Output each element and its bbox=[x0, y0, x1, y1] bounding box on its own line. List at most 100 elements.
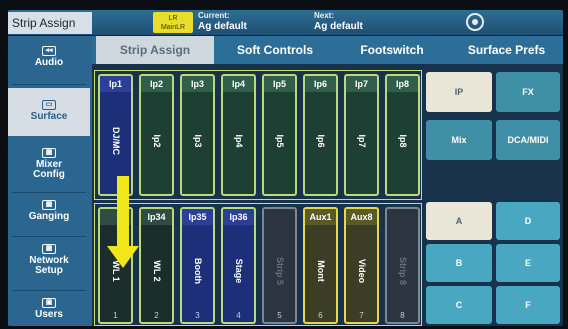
sidebar-item-label: Network Setup bbox=[29, 255, 69, 276]
strip-source: Ip36 bbox=[223, 209, 254, 225]
strip-ip2[interactable]: Ip2 Ip2 bbox=[139, 74, 174, 196]
tab-strip-assign[interactable]: Strip Assign bbox=[96, 36, 214, 64]
mixer-config-icon: ▦ bbox=[42, 148, 56, 158]
scene-icon[interactable] bbox=[466, 13, 484, 31]
lr-badge-line2: MainLR bbox=[160, 24, 186, 31]
layer-c-button[interactable]: C bbox=[426, 286, 492, 324]
sidebar-item-surface[interactable]: ▭ Surface bbox=[8, 88, 90, 136]
strip-6[interactable]: Aux1 Mont 6 bbox=[303, 207, 338, 324]
strip-number: 4 bbox=[236, 311, 241, 320]
lr-badge[interactable]: LR MainLR bbox=[153, 12, 193, 33]
layer-d-button[interactable]: D bbox=[496, 202, 560, 240]
sidebar-item-network-setup[interactable]: ▦ Network Setup bbox=[8, 244, 90, 284]
ip-button[interactable]: IP bbox=[426, 72, 492, 112]
strip-source: Ip1 bbox=[100, 76, 131, 92]
sidebar-divider bbox=[12, 290, 86, 291]
strip-source bbox=[264, 209, 295, 225]
strip-name: Stage bbox=[233, 258, 244, 284]
strip-number: 7 bbox=[359, 311, 364, 320]
strip-source: Ip6 bbox=[305, 76, 336, 92]
strip-name: WL 2 bbox=[151, 260, 162, 282]
strip-number: 1 bbox=[113, 311, 118, 320]
strip-source: Ip35 bbox=[182, 209, 213, 225]
mix-button[interactable]: Mix bbox=[426, 120, 492, 160]
strip-ip4[interactable]: Ip4 Ip4 bbox=[221, 74, 256, 196]
strip-source: Ip2 bbox=[141, 76, 172, 92]
strip-name: Ip6 bbox=[315, 134, 326, 148]
app-title: Strip Assign bbox=[8, 12, 92, 34]
sidebar-divider bbox=[12, 236, 86, 237]
strip-number: 3 bbox=[195, 311, 200, 320]
sidebar-divider bbox=[12, 84, 86, 85]
tab-soft-controls[interactable]: Soft Controls bbox=[216, 36, 334, 64]
strip-name: Ip7 bbox=[356, 134, 367, 148]
tab-footswitch[interactable]: Footswitch bbox=[336, 36, 448, 64]
top-bar: Strip Assign LR MainLR Current: Ag defau… bbox=[8, 10, 563, 36]
strip-ip8[interactable]: Ip8 Ip8 bbox=[385, 74, 420, 196]
strip-name: Ip8 bbox=[397, 134, 408, 148]
layer-b-button[interactable]: B bbox=[426, 244, 492, 282]
strip-name: Strip 8 bbox=[397, 257, 408, 286]
current-scene-label: Current: bbox=[198, 11, 230, 20]
strip-2[interactable]: Ip34 WL 2 2 bbox=[139, 207, 174, 324]
strip-name: Ip3 bbox=[192, 134, 203, 148]
strip-ip6[interactable]: Ip6 Ip6 bbox=[303, 74, 338, 196]
sidebar-item-label: Ganging bbox=[28, 211, 70, 222]
strip-8[interactable]: Strip 8 8 bbox=[385, 207, 420, 324]
layer-f-button[interactable]: F bbox=[496, 286, 560, 324]
strip-source: Aux8 bbox=[346, 209, 377, 225]
sidebar-divider bbox=[12, 192, 86, 193]
strip-ip7[interactable]: Ip7 Ip7 bbox=[344, 74, 379, 196]
sidebar: ◂◂ Audio ▭ Surface ▦ Mixer Config ▦ Gang… bbox=[8, 36, 92, 326]
sidebar-item-users[interactable]: ▣ Users bbox=[8, 298, 90, 324]
strip-name: Ip2 bbox=[151, 134, 162, 148]
console-screen: Strip Assign LR MainLR Current: Ag defau… bbox=[8, 10, 563, 326]
strip-source: Ip3 bbox=[182, 76, 213, 92]
sidebar-item-label: Audio bbox=[34, 57, 64, 68]
strip-name: Video bbox=[356, 258, 367, 284]
strip-number: 6 bbox=[318, 311, 323, 320]
strip-name: DJ/MC bbox=[110, 126, 121, 155]
strip-name: Booth bbox=[192, 258, 203, 285]
strip-number: 2 bbox=[154, 311, 159, 320]
strip-4[interactable]: Ip36 Stage 4 bbox=[221, 207, 256, 324]
ganging-icon: ▦ bbox=[42, 200, 56, 210]
strip-source: Ip5 bbox=[264, 76, 295, 92]
strip-name: Mont bbox=[315, 260, 326, 282]
strip-ip5[interactable]: Ip5 Ip5 bbox=[262, 74, 297, 196]
sidebar-item-mixer-config[interactable]: ▦ Mixer Config bbox=[8, 148, 90, 188]
strip-source bbox=[387, 209, 418, 225]
strip-ip3[interactable]: Ip3 Ip3 bbox=[180, 74, 215, 196]
next-scene-value: Ag default bbox=[314, 21, 363, 32]
strip-area: Ip1 DJ/MC Ip2 Ip2 Ip3 Ip3 Ip4 Ip4 Ip5 Ip… bbox=[92, 64, 422, 326]
arrow-overlay-shaft bbox=[117, 176, 129, 248]
strip-name: Ip4 bbox=[233, 134, 244, 148]
sidebar-item-label: Users bbox=[35, 309, 63, 320]
strip-7[interactable]: Aux8 Video 7 bbox=[344, 207, 379, 324]
surface-icon: ▭ bbox=[42, 100, 56, 110]
sidebar-item-label: Mixer Config bbox=[33, 159, 65, 180]
strip-5[interactable]: Strip 5 5 bbox=[262, 207, 297, 324]
strip-number: 5 bbox=[277, 311, 282, 320]
strip-source: Ip4 bbox=[223, 76, 254, 92]
sidebar-item-audio[interactable]: ◂◂ Audio bbox=[8, 40, 90, 80]
arrow-down-icon bbox=[107, 246, 139, 268]
layer-a-button[interactable]: A bbox=[426, 202, 492, 240]
fx-button[interactable]: FX bbox=[496, 72, 560, 112]
current-scene-value: Ag default bbox=[198, 21, 247, 32]
strip-source: Aux1 bbox=[305, 209, 336, 225]
network-icon: ▦ bbox=[42, 244, 56, 254]
strip-3[interactable]: Ip35 Booth 3 bbox=[180, 207, 215, 324]
strip-number: 8 bbox=[400, 311, 405, 320]
audio-icon: ◂◂ bbox=[42, 46, 56, 56]
tab-surface-prefs[interactable]: Surface Prefs bbox=[450, 36, 563, 64]
next-scene-label: Next: bbox=[314, 11, 335, 20]
strip-source: Ip34 bbox=[141, 209, 172, 225]
strip-source: Ip7 bbox=[346, 76, 377, 92]
users-icon: ▣ bbox=[42, 298, 56, 308]
tab-bar: Strip Assign Soft Controls Footswitch Su… bbox=[92, 36, 563, 64]
dca-midi-button[interactable]: DCA/MIDI bbox=[496, 120, 560, 160]
layer-e-button[interactable]: E bbox=[496, 244, 560, 282]
strip-source: Ip8 bbox=[387, 76, 418, 92]
sidebar-item-ganging[interactable]: ▦ Ganging bbox=[8, 200, 90, 230]
